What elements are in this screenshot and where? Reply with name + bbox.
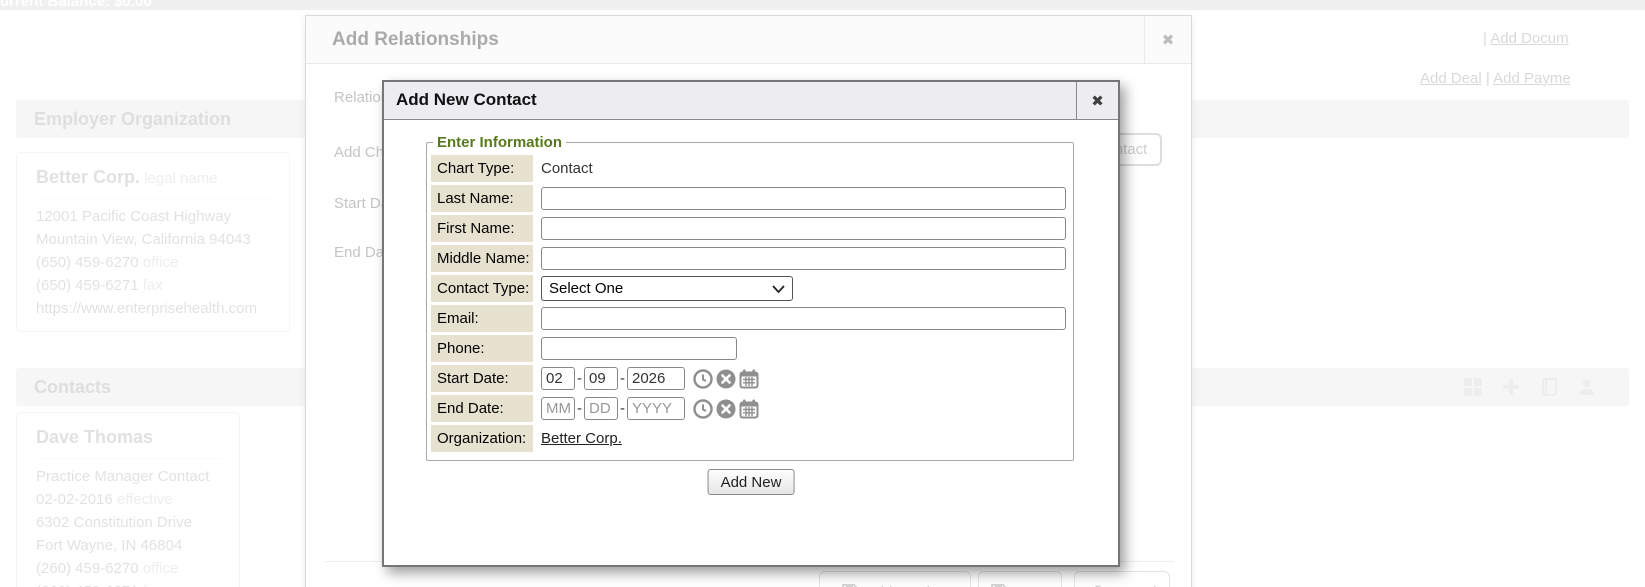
last-name-input[interactable] xyxy=(541,187,1066,210)
end-date-label: End Date: xyxy=(431,395,533,422)
date-separator: - xyxy=(577,370,582,387)
end-date-month-input[interactable] xyxy=(541,397,575,420)
add-new-contact-title: Add New Contact xyxy=(396,90,537,110)
clear-date-icon[interactable] xyxy=(716,399,736,419)
chart-type-row: Chart Type: Contact xyxy=(431,155,1069,182)
start-date-label: Start Date: xyxy=(431,365,533,392)
chart-type-label: Chart Type: xyxy=(431,155,533,182)
add-new-contact-modal: Add New Contact ✖ Enter Information Char… xyxy=(382,80,1120,567)
date-separator: - xyxy=(620,400,625,417)
date-separator: - xyxy=(620,370,625,387)
start-date-month-input[interactable] xyxy=(541,367,575,390)
organization-label: Organization: xyxy=(431,425,533,452)
end-date-row: End Date: - - xyxy=(431,395,1069,422)
email-row: Email: xyxy=(431,305,1069,332)
email-input[interactable] xyxy=(541,307,1066,330)
enter-information-legend: Enter Information xyxy=(433,134,566,151)
first-name-row: First Name: xyxy=(431,215,1069,242)
chart-type-value: Contact xyxy=(533,160,1069,177)
phone-label: Phone: xyxy=(431,335,533,362)
contact-type-label: Contact Type: xyxy=(431,275,533,302)
organization-row: Organization: Better Corp. xyxy=(431,425,1069,452)
first-name-input[interactable] xyxy=(541,217,1066,240)
middle-name-input[interactable] xyxy=(541,247,1066,270)
phone-row: Phone: xyxy=(431,335,1069,362)
chevron-down-icon xyxy=(772,285,785,293)
start-date-day-input[interactable] xyxy=(584,367,618,390)
calendar-icon[interactable] xyxy=(739,399,759,419)
end-date-day-input[interactable] xyxy=(584,397,618,420)
first-name-label: First Name: xyxy=(431,215,533,242)
add-new-contact-header: Add New Contact ✖ xyxy=(384,82,1118,120)
enter-information-fieldset: Enter Information Chart Type: Contact La… xyxy=(426,134,1074,461)
last-name-label: Last Name: xyxy=(431,185,533,212)
contact-type-selected: Select One xyxy=(549,280,623,297)
contact-type-row: Contact Type: Select One xyxy=(431,275,1069,302)
clock-now-icon[interactable] xyxy=(693,369,713,389)
add-new-button[interactable]: Add New xyxy=(708,469,795,495)
clear-date-icon[interactable] xyxy=(716,369,736,389)
phone-input[interactable] xyxy=(541,337,737,360)
middle-name-row: Middle Name: xyxy=(431,245,1069,272)
close-icon[interactable]: ✖ xyxy=(1076,82,1118,120)
end-date-year-input[interactable] xyxy=(627,397,685,420)
organization-link[interactable]: Better Corp. xyxy=(541,430,622,447)
date-separator: - xyxy=(577,400,582,417)
contact-type-select[interactable]: Select One xyxy=(541,276,793,301)
start-date-row: Start Date: - - xyxy=(431,365,1069,392)
calendar-icon[interactable] xyxy=(739,369,759,389)
screen: urrent Balance: $0.00 | Add Docum Add De… xyxy=(0,0,1645,587)
email-label: Email: xyxy=(431,305,533,332)
last-name-row: Last Name: xyxy=(431,185,1069,212)
middle-name-label: Middle Name: xyxy=(431,245,533,272)
clock-now-icon[interactable] xyxy=(693,399,713,419)
start-date-year-input[interactable] xyxy=(627,367,685,390)
